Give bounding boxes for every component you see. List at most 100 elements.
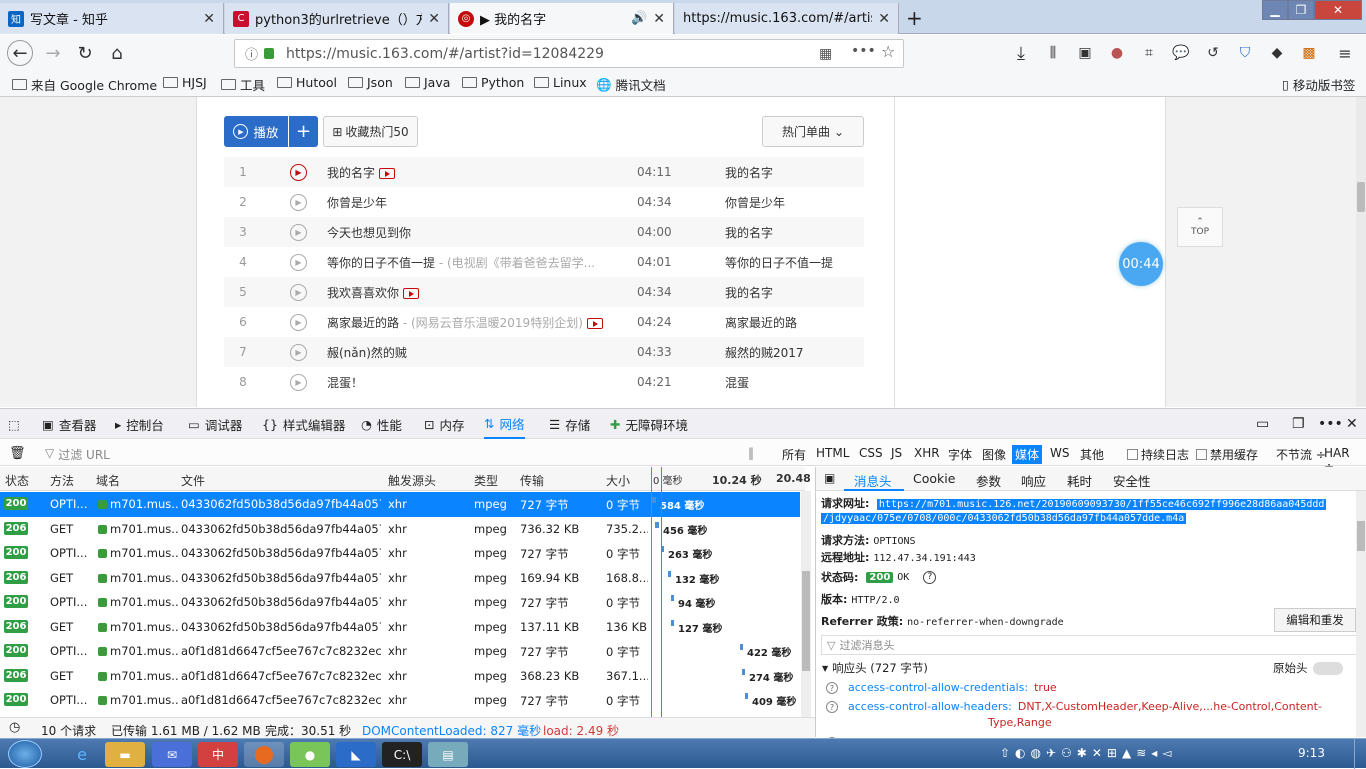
play-circle-icon[interactable]: ▶: [290, 373, 307, 391]
song-title[interactable]: 我的名字: [327, 164, 396, 181]
tab-network[interactable]: ⇅ 网络: [484, 409, 525, 439]
page-scrollbar[interactable]: [1356, 97, 1366, 407]
firefox-icon[interactable]: [244, 742, 284, 767]
close-tab-icon[interactable]: ✕: [653, 11, 665, 27]
performance-analysis-icon[interactable]: ◷: [9, 720, 20, 735]
tab-console[interactable]: ▸ 控制台: [115, 409, 164, 439]
tab-security[interactable]: 安全性: [1113, 471, 1151, 490]
column-size[interactable]: 大小: [606, 472, 630, 489]
song-row[interactable]: 6 ▶ 离家最近的路 - (网易云音乐温暖2019特别企划) 04:24 离家最近的路: [224, 307, 864, 337]
request-row[interactable]: 206 GET m701.mus... a0f1d81d6647cf5ee767c7c…: [0, 664, 800, 689]
close-devtools-icon[interactable]: ✕: [1346, 409, 1358, 439]
request-row[interactable]: 200 OPTI... m701.mus... 0433062fd50b38d56da…: [0, 590, 800, 615]
app-icon[interactable]: 中: [198, 742, 238, 767]
play-circle-icon[interactable]: ▶: [290, 283, 307, 301]
bookmark-folder[interactable]: 来自 Google Chrome: [12, 75, 157, 94]
reload-icon[interactable]: ↻: [72, 40, 98, 66]
mv-icon[interactable]: [379, 167, 396, 179]
sync-icon[interactable]: ↺: [1200, 40, 1226, 66]
song-title[interactable]: 混蛋！: [327, 374, 363, 391]
wechat-icon[interactable]: ●: [290, 742, 330, 767]
chat-icon[interactable]: 💬: [1168, 40, 1194, 66]
speaker-icon[interactable]: 🔊: [631, 11, 647, 26]
url-text[interactable]: https://music.163.com/#/artist?id=120842…: [286, 46, 604, 62]
song-title[interactable]: 你曾是少年: [327, 194, 387, 211]
header-filter-input[interactable]: ▽ 过滤消息头: [821, 635, 1361, 655]
clock[interactable]: 9:13: [1298, 746, 1325, 760]
response-headers-section[interactable]: ▼ 响应头 (727 字节) 原始头: [816, 657, 1361, 679]
response-header-row[interactable]: ? access-control-allow-headers: DNT,X-Cust…: [826, 700, 1322, 713]
info-icon[interactable]: ⓘ: [245, 44, 258, 63]
browser-tab[interactable]: https://music.163.com/#/artist?id ✕: [675, 3, 899, 34]
toggle-sidebar-icon[interactable]: ▣: [824, 471, 835, 485]
scrollbar-thumb[interactable]: [802, 571, 810, 671]
extension-icon[interactable]: ◆: [1264, 40, 1290, 66]
close-tab-icon[interactable]: ✕: [203, 11, 215, 27]
play-circle-icon[interactable]: ▶: [290, 163, 307, 181]
close-tab-icon[interactable]: ✕: [428, 11, 440, 27]
song-title[interactable]: 今天也想见到你: [327, 224, 411, 241]
column-method[interactable]: 方法: [50, 472, 74, 489]
scrollbar-thumb[interactable]: [1357, 182, 1365, 212]
song-title[interactable]: 赧(nǎn)然的贼: [327, 344, 407, 361]
app-icon[interactable]: ▤: [428, 742, 468, 767]
start-button[interactable]: [8, 740, 42, 768]
bookmark-folder[interactable]: Java: [405, 75, 450, 90]
filter-html[interactable]: HTML: [813, 445, 852, 461]
filter-ws[interactable]: WS: [1047, 445, 1072, 461]
tab-params[interactable]: 参数: [976, 471, 1001, 490]
extension-icon[interactable]: ●: [1104, 40, 1130, 66]
play-circle-icon[interactable]: ▶: [290, 253, 307, 271]
song-row[interactable]: 4 ▶ 等你的日子不值一提 - (电视剧《带着爸爸去留学... 04:01 等你的日子不…: [224, 247, 864, 277]
extension-icon[interactable]: ▩: [1296, 40, 1322, 66]
bookmark-folder[interactable]: Json: [348, 75, 393, 90]
tab-style-editor[interactable]: {} 样式编辑器: [262, 409, 345, 439]
song-album[interactable]: 我的名字: [725, 284, 773, 301]
persist-log-checkbox[interactable]: 持续日志: [1124, 445, 1192, 464]
filter-media[interactable]: 媒体: [1012, 445, 1043, 464]
tab-headers[interactable]: 消息头: [854, 471, 892, 490]
song-title[interactable]: 等你的日子不值一提 - (电视剧《带着爸爸去留学...: [327, 254, 595, 271]
close-tab-icon[interactable]: ✕: [878, 11, 890, 27]
play-circle-icon[interactable]: ▶: [290, 193, 307, 211]
menu-icon[interactable]: ≡: [1332, 40, 1358, 66]
tab-memory[interactable]: ⊡ 内存: [424, 409, 465, 439]
tab-accessibility[interactable]: ✚ 无障碍环境: [610, 409, 688, 439]
playback-timer-badge[interactable]: 00:44: [1119, 242, 1163, 286]
bookmark-folder[interactable]: Hutool: [277, 75, 337, 90]
song-album[interactable]: 混蛋: [725, 374, 749, 391]
library-icon[interactable]: ⫼: [1040, 40, 1066, 66]
forward-icon[interactable]: →: [40, 40, 66, 66]
filter-images[interactable]: 图像: [979, 445, 1009, 464]
edit-resend-button[interactable]: 编辑和重发: [1274, 608, 1356, 632]
bookmark-link[interactable]: 🌐 腾讯文档: [596, 75, 666, 94]
details-scrollbar[interactable]: [1356, 491, 1366, 737]
dock-icon[interactable]: ▭: [1256, 409, 1269, 439]
back-icon[interactable]: ←: [7, 40, 33, 66]
bookmark-folder[interactable]: Linux: [534, 75, 587, 90]
trash-icon[interactable]: 🗑: [6, 445, 29, 462]
response-header-row[interactable]: Type,Range: [826, 716, 1052, 729]
play-all-button[interactable]: ▶ 播放: [224, 116, 288, 147]
column-transferred[interactable]: 传输: [520, 472, 544, 489]
filter-xhr[interactable]: XHR: [911, 445, 943, 461]
column-domain[interactable]: 域名: [96, 472, 120, 489]
url-filter-input[interactable]: ▽ 过滤 URL: [42, 445, 113, 464]
bookmark-folder[interactable]: 工具: [221, 75, 265, 94]
filter-all[interactable]: 所有: [779, 445, 809, 464]
bookmark-star-icon[interactable]: ☆: [881, 42, 895, 61]
song-title[interactable]: 我欢喜喜欢你: [327, 284, 420, 301]
tab-cookies[interactable]: Cookie: [913, 471, 955, 486]
browser-tab[interactable]: C python3的urlretrieve（）方法 ✕: [225, 3, 449, 34]
tab-timings[interactable]: 耗时: [1067, 471, 1092, 490]
pause-icon[interactable]: ‖: [745, 445, 757, 461]
play-circle-icon[interactable]: ▶: [290, 223, 307, 241]
mobile-bookmarks[interactable]: ▯ 移动版书签: [1282, 75, 1355, 94]
terminal-icon[interactable]: C:\: [382, 742, 422, 767]
song-album[interactable]: 你曾是少年: [725, 194, 785, 211]
tab-response[interactable]: 响应: [1021, 471, 1046, 490]
response-header-row[interactable]: ? access-control-allow-credentials: true: [826, 681, 1057, 694]
song-row[interactable]: 3 ▶ 今天也想见到你 04:00 我的名字: [224, 217, 864, 247]
tab-debugger[interactable]: ▭ 调试器: [188, 409, 242, 439]
help-icon[interactable]: ?: [826, 701, 838, 713]
